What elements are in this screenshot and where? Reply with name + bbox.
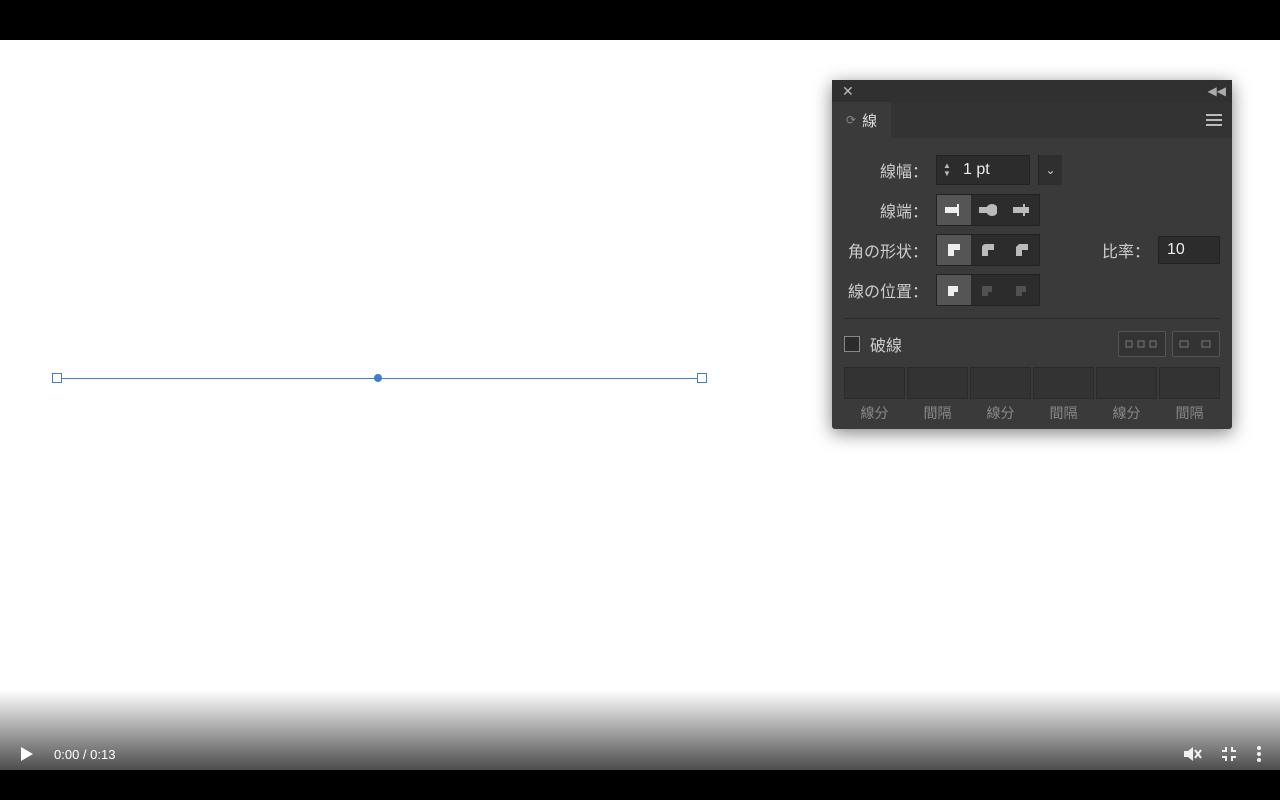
align-center-button[interactable] — [937, 275, 971, 305]
dash-lbl-1: 線分 — [844, 403, 905, 423]
dash-row: 破線 — [844, 327, 1220, 361]
more-icon[interactable] — [1256, 745, 1262, 763]
panel-body: 線幅： ▲▼ ⌄ 線端： — [832, 138, 1232, 429]
join-miter-button[interactable] — [937, 235, 971, 265]
cap-group — [936, 194, 1040, 226]
dash-label-row: 線分 間隔 線分 間隔 線分 間隔 — [844, 403, 1220, 423]
cap-butt-button[interactable] — [937, 195, 971, 225]
dash-option-group — [1118, 331, 1220, 357]
dash-cell-3[interactable] — [970, 367, 1031, 399]
dash-cell-1[interactable] — [844, 367, 905, 399]
align-inside-button[interactable] — [971, 275, 1005, 305]
collapse-icon[interactable]: ◀◀ — [1208, 84, 1226, 98]
tab-label: 線 — [862, 110, 877, 131]
dash-lbl-3: 線分 — [970, 403, 1031, 423]
cap-projecting-button[interactable] — [1005, 195, 1039, 225]
video-controls: 0:00 / 0:13 — [0, 734, 1280, 774]
bounding-handle-left[interactable] — [52, 373, 62, 383]
stroke-width-field[interactable]: ▲▼ — [936, 155, 1030, 185]
join-label: 角の形状： — [844, 238, 928, 262]
align-group — [936, 274, 1040, 306]
join-group — [936, 234, 1040, 266]
row-stroke-width: 線幅： ▲▼ ⌄ — [844, 150, 1220, 190]
dash-section: 破線 線分 — [844, 318, 1220, 423]
stroke-width-dropdown[interactable]: ⌄ — [1038, 155, 1062, 185]
dash-lbl-5: 線分 — [1096, 403, 1157, 423]
fullscreen-exit-icon[interactable] — [1220, 745, 1238, 763]
dash-cell-5[interactable] — [1096, 367, 1157, 399]
dash-lbl-2: 間隔 — [907, 403, 968, 423]
tab-spacer — [891, 102, 1232, 138]
dash-lbl-4: 間隔 — [1033, 403, 1094, 423]
panel-menu-icon[interactable] — [1206, 114, 1222, 126]
tab-stroke[interactable]: ⟳ 線 — [832, 102, 891, 138]
dash-value-grid — [844, 367, 1220, 399]
ratio-label: 比率： — [1102, 238, 1150, 262]
video-bottom-bar — [0, 770, 1280, 800]
join-bevel-button[interactable] — [1005, 235, 1039, 265]
dash-preserve-button[interactable] — [1118, 331, 1166, 357]
bounding-handle-right[interactable] — [697, 373, 707, 383]
dash-align-button[interactable] — [1172, 331, 1220, 357]
row-cap: 線端： — [844, 190, 1220, 230]
panel-tabs: ⟳ 線 — [832, 102, 1232, 138]
miter-limit-input[interactable] — [1158, 236, 1220, 264]
stroke-panel: ✕ ◀◀ ⟳ 線 線幅： ▲▼ ⌄ 線端： — [832, 80, 1232, 429]
dashed-label: 破線 — [870, 332, 902, 356]
stroke-width-input[interactable] — [957, 161, 1029, 179]
cap-round-button[interactable] — [971, 195, 1005, 225]
cap-label: 線端： — [844, 198, 928, 222]
anchor-point-center[interactable] — [374, 374, 382, 382]
row-align: 線の位置： — [844, 270, 1220, 310]
join-round-button[interactable] — [971, 235, 1005, 265]
align-label: 線の位置： — [844, 278, 928, 302]
dash-cell-2[interactable] — [907, 367, 968, 399]
dash-cell-4[interactable] — [1033, 367, 1094, 399]
stepper-icon[interactable]: ▲▼ — [937, 162, 957, 178]
align-outside-button[interactable] — [1005, 275, 1039, 305]
row-join: 角の形状： 比率： — [844, 230, 1220, 270]
close-icon[interactable]: ✕ — [838, 83, 858, 100]
mute-icon[interactable] — [1182, 744, 1202, 764]
stroke-width-label: 線幅： — [844, 158, 928, 182]
dash-lbl-6: 間隔 — [1159, 403, 1220, 423]
dashed-checkbox[interactable] — [844, 336, 860, 352]
time-display: 0:00 / 0:13 — [54, 747, 115, 762]
dash-cell-6[interactable] — [1159, 367, 1220, 399]
panel-titlebar[interactable]: ✕ ◀◀ — [832, 80, 1232, 102]
play-icon[interactable] — [18, 745, 36, 763]
top-black-bar — [0, 0, 1280, 40]
cycle-icon: ⟳ — [846, 113, 856, 127]
